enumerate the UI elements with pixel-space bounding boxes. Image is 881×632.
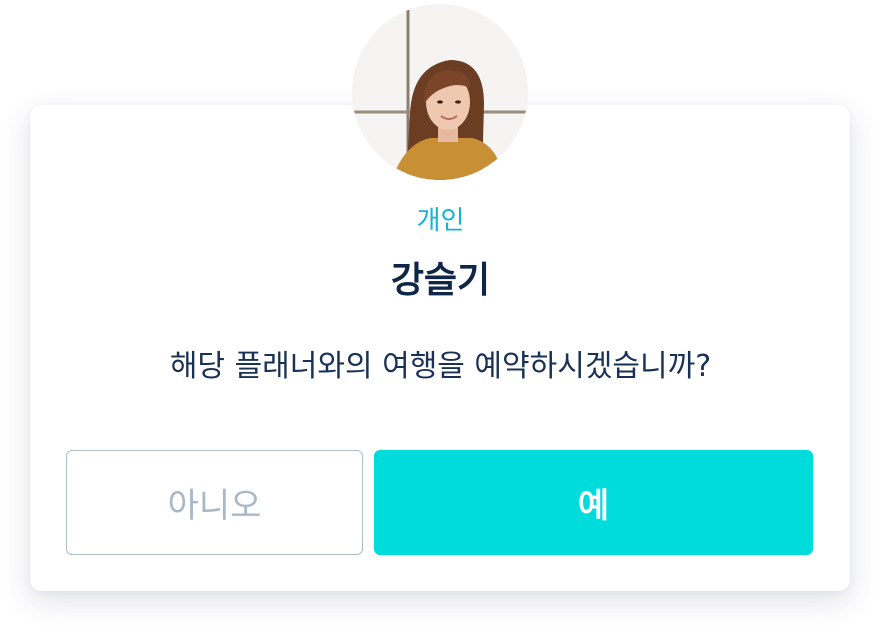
booking-confirm-screen: 개인 강슬기 해당 플래너와의 여행을 예약하시겠습니까? 아니오 예: [0, 0, 881, 632]
yes-button[interactable]: 예: [374, 450, 813, 555]
planner-type-label: 개인: [416, 206, 465, 236]
no-button[interactable]: 아니오: [66, 450, 363, 555]
planner-avatar: [352, 4, 528, 180]
planner-photo: [352, 4, 528, 180]
confirm-question: 해당 플래너와의 여행을 예약하시겠습니까?: [169, 349, 712, 384]
planner-name: 강슬기: [390, 260, 491, 301]
